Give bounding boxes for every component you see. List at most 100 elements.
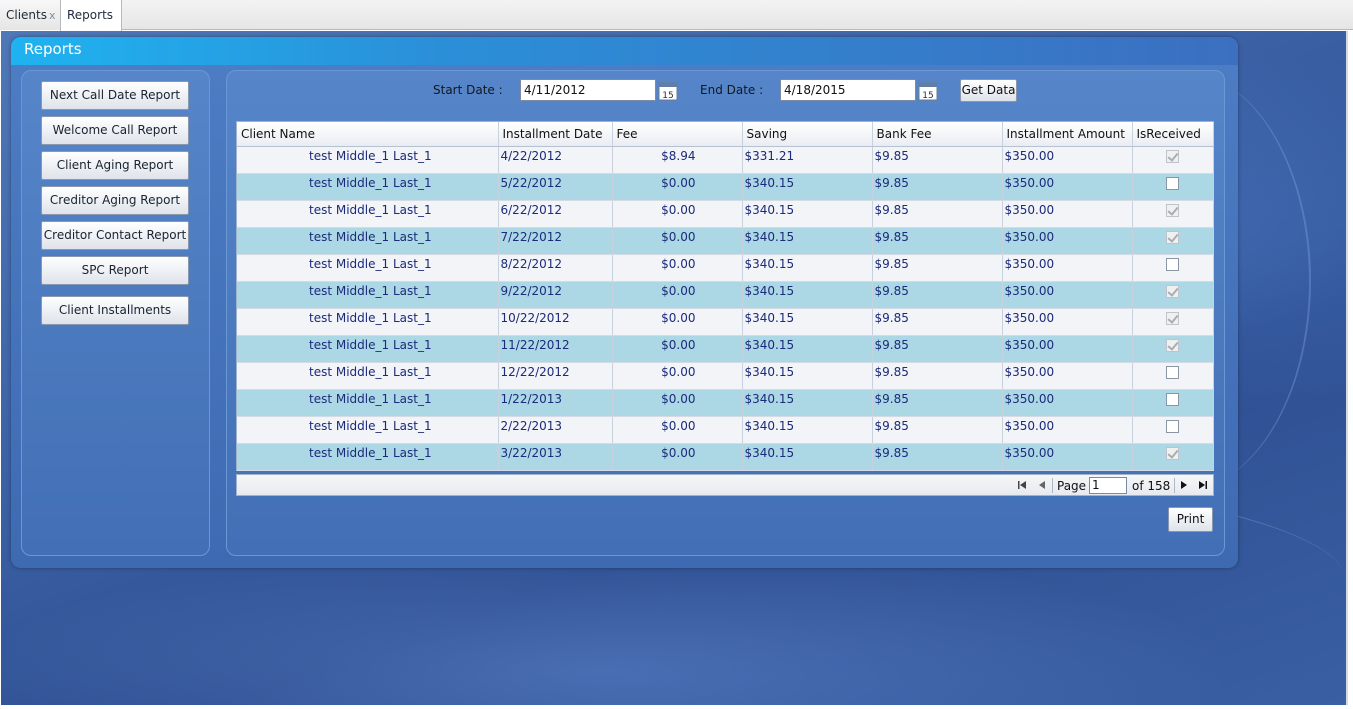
bank-fee-cell: $9.85 [872, 254, 1003, 282]
table-row[interactable]: test Middle_1 Last_1 4/22/2012 $8.94 $331.2… [237, 146, 1214, 174]
fee-cell: $8.94 [612, 146, 743, 174]
tab-label: Reports [67, 8, 114, 22]
client-name-cell: test Middle_1 Last_1 [237, 227, 499, 255]
is-received-checkbox[interactable] [1166, 284, 1179, 298]
column-header-client-name[interactable]: Client Name [237, 122, 499, 147]
table-row[interactable]: test Middle_1 Last_1 7/22/2012 $0.00 $340.1… [237, 227, 1214, 255]
installment-date-cell: 3/22/2013 [498, 443, 613, 471]
fee-cell: $0.00 [612, 281, 743, 309]
spc-report-button[interactable]: SPC Report [41, 256, 189, 285]
page-label: Page [1057, 479, 1087, 493]
is-received-checkbox[interactable] [1166, 365, 1179, 379]
page-count-label: of 158 [1132, 479, 1171, 493]
client-name-cell: test Middle_1 Last_1 [237, 362, 499, 390]
installment-date-cell: 7/22/2012 [498, 227, 613, 255]
is-received-cell [1132, 173, 1214, 201]
is-received-checkbox[interactable] [1166, 311, 1179, 325]
panel-header: Reports [11, 37, 1238, 65]
saving-cell: $340.15 [742, 389, 873, 417]
calendar-icon[interactable]: 15 [658, 81, 678, 101]
installments-grid: Client Name Installment Date Fee Saving … [236, 121, 1214, 471]
is-received-cell [1132, 416, 1214, 444]
saving-cell: $340.15 [742, 173, 873, 201]
is-received-cell [1132, 362, 1214, 390]
tab-strip: Clients x Reports [0, 0, 1353, 31]
installment-date-cell: 5/22/2012 [498, 173, 613, 201]
calendar-day: 15 [662, 91, 673, 101]
is-received-checkbox[interactable] [1166, 446, 1179, 460]
table-row[interactable]: test Middle_1 Last_1 1/22/2013 $0.00 $340.1… [237, 389, 1214, 417]
table-row[interactable]: test Middle_1 Last_1 3/22/2013 $0.00 $340.1… [237, 443, 1214, 471]
table-row[interactable]: test Middle_1 Last_1 12/22/2012 $0.00 $340.… [237, 362, 1214, 390]
column-header-bank-fee[interactable]: Bank Fee [872, 122, 1003, 147]
saving-cell: $340.15 [742, 416, 873, 444]
client-name-cell: test Middle_1 Last_1 [237, 254, 499, 282]
page-number-input[interactable]: 1 [1089, 477, 1127, 494]
table-row[interactable]: test Middle_1 Last_1 8/22/2012 $0.00 $340.1… [237, 254, 1214, 282]
is-received-checkbox[interactable] [1166, 257, 1179, 271]
client-name-cell: test Middle_1 Last_1 [237, 443, 499, 471]
bank-fee-cell: $9.85 [872, 443, 1003, 471]
saving-cell: $331.21 [742, 146, 873, 174]
column-header-is-received[interactable]: IsReceived [1132, 122, 1214, 147]
installment-amount-cell: $350.00 [1002, 362, 1133, 390]
tab-reports[interactable]: Reports [60, 0, 122, 31]
fee-cell: $0.00 [612, 335, 743, 363]
last-page-icon[interactable] [1196, 478, 1210, 492]
next-page-icon[interactable] [1177, 478, 1191, 492]
fee-cell: $0.00 [612, 308, 743, 336]
installment-date-cell: 11/22/2012 [498, 335, 613, 363]
previous-page-icon[interactable] [1035, 478, 1049, 492]
table-row[interactable]: test Middle_1 Last_1 11/22/2012 $0.00 $340.… [237, 335, 1214, 363]
installment-amount-cell: $350.00 [1002, 416, 1133, 444]
bank-fee-cell: $9.85 [872, 146, 1003, 174]
client-name-cell: test Middle_1 Last_1 [237, 308, 499, 336]
calendar-icon[interactable]: 15 [918, 81, 938, 101]
creditor-aging-report-button[interactable]: Creditor Aging Report [41, 186, 189, 215]
client-name-cell: test Middle_1 Last_1 [237, 173, 499, 201]
installment-date-cell: 9/22/2012 [498, 281, 613, 309]
table-row[interactable]: test Middle_1 Last_1 5/22/2012 $0.00 $340.1… [237, 173, 1214, 201]
end-date-label: End Date : [700, 83, 764, 97]
next-call-date-report-button[interactable]: Next Call Date Report [41, 81, 189, 110]
installment-amount-cell: $350.00 [1002, 227, 1133, 255]
installment-amount-cell: $350.00 [1002, 146, 1133, 174]
is-received-checkbox[interactable] [1166, 230, 1179, 244]
installment-amount-cell: $350.00 [1002, 200, 1133, 228]
close-icon[interactable]: x [49, 9, 56, 22]
end-date-field[interactable]: 4/18/2015 [780, 79, 916, 101]
saving-cell: $340.15 [742, 335, 873, 363]
column-header-saving[interactable]: Saving [742, 122, 873, 147]
is-received-checkbox[interactable] [1166, 419, 1179, 433]
get-data-button[interactable]: Get Data [960, 79, 1017, 102]
is-received-checkbox[interactable] [1166, 149, 1179, 163]
window-edge [1346, 31, 1348, 705]
fee-cell: $0.00 [612, 362, 743, 390]
is-received-checkbox[interactable] [1166, 392, 1179, 406]
print-button[interactable]: Print [1168, 507, 1213, 532]
client-name-cell: test Middle_1 Last_1 [237, 389, 499, 417]
first-page-icon[interactable] [1015, 478, 1029, 492]
client-aging-report-button[interactable]: Client Aging Report [41, 151, 189, 180]
welcome-call-report-button[interactable]: Welcome Call Report [41, 116, 189, 145]
bank-fee-cell: $9.85 [872, 362, 1003, 390]
installment-amount-cell: $350.00 [1002, 335, 1133, 363]
table-row[interactable]: test Middle_1 Last_1 9/22/2012 $0.00 $340.1… [237, 281, 1214, 309]
tab-clients[interactable]: Clients x [0, 0, 61, 30]
is-received-checkbox[interactable] [1166, 203, 1179, 217]
creditor-contact-report-button[interactable]: Creditor Contact Report [41, 221, 189, 250]
table-row[interactable]: test Middle_1 Last_1 2/22/2013 $0.00 $340.1… [237, 416, 1214, 444]
column-header-installment-amount[interactable]: Installment Amount [1002, 122, 1133, 147]
installment-amount-cell: $350.00 [1002, 443, 1133, 471]
table-row[interactable]: test Middle_1 Last_1 10/22/2012 $0.00 $340.… [237, 308, 1214, 336]
column-header-installment-date[interactable]: Installment Date [498, 122, 613, 147]
column-header-fee[interactable]: Fee [612, 122, 743, 147]
is-received-checkbox[interactable] [1166, 176, 1179, 190]
client-installments-button[interactable]: Client Installments [41, 296, 189, 325]
table-row[interactable]: test Middle_1 Last_1 6/22/2012 $0.00 $340.1… [237, 200, 1214, 228]
bank-fee-cell: $9.85 [872, 173, 1003, 201]
installment-date-cell: 6/22/2012 [498, 200, 613, 228]
installment-date-cell: 8/22/2012 [498, 254, 613, 282]
is-received-checkbox[interactable] [1166, 338, 1179, 352]
start-date-field[interactable]: 4/11/2012 [520, 79, 656, 101]
